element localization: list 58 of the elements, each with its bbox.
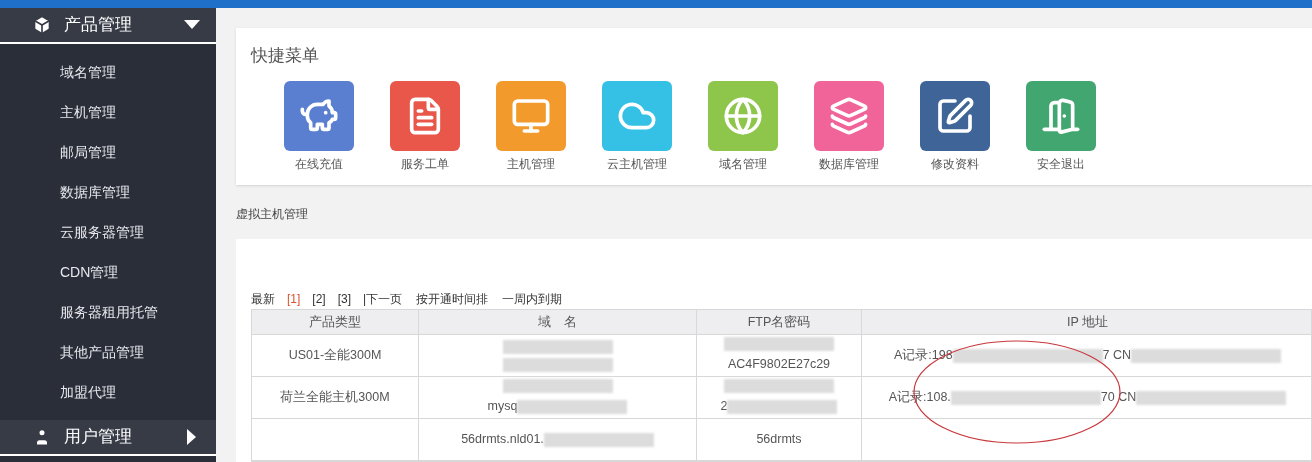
sidebar-section-header[interactable]: 产品管理	[0, 8, 216, 44]
page-link[interactable]: [3]	[337, 290, 352, 308]
sidebar-section-title: 产品管理	[64, 14, 133, 37]
sidebar-section-header[interactable]: 用户管理	[0, 420, 216, 456]
sidebar-item[interactable]: 云服务器管理	[0, 212, 216, 252]
cell-text: AC4F9802E27c29	[727, 356, 831, 374]
quick-menu-item[interactable]: 服务工单	[390, 80, 460, 173]
column-header: FTP名密码	[697, 310, 862, 334]
quick-menu-label: 修改资料	[931, 155, 979, 173]
sidebar-item[interactable]: 服务器租用托管	[0, 292, 216, 332]
section-title: 虚拟主机管理	[236, 206, 308, 223]
sidebar-item[interactable]: 域名管理	[0, 52, 216, 92]
quick-menu-item[interactable]: 在线充值	[284, 80, 354, 173]
quick-menu-item[interactable]: 安全退出	[1026, 80, 1096, 173]
cell-text: 56drmts.nld01.	[461, 431, 544, 449]
quick-menu-label: 主机管理	[507, 155, 555, 173]
sidebar-item[interactable]: CDN管理	[0, 252, 216, 292]
door-icon	[1041, 95, 1081, 136]
cell-text: 荷兰全能主机300M	[280, 389, 390, 407]
cell-text: US01-全能300M	[288, 347, 382, 365]
pager-link[interactable]: |下一页	[363, 290, 403, 308]
quick-menu-item[interactable]: 云主机管理	[602, 80, 672, 173]
layers-icon	[829, 95, 869, 136]
cell-text: mysq	[487, 398, 518, 416]
column-header: 产品类型	[252, 310, 419, 334]
cell-text: 56drmts	[756, 431, 802, 449]
quick-menu-item[interactable]: 修改资料	[920, 80, 990, 173]
quick-menu-label: 数据库管理	[819, 155, 879, 173]
quick-menu-item[interactable]: 数据库管理	[814, 80, 884, 173]
sidebar-item[interactable]: 数据库管理	[0, 172, 216, 212]
page-link[interactable]: [1]	[287, 290, 301, 308]
quick-menu-label: 安全退出	[1037, 155, 1085, 173]
quick-menu-label: 域名管理	[719, 155, 767, 173]
box-icon	[32, 15, 52, 35]
quick-menu-item[interactable]: 域名管理	[708, 80, 778, 173]
sidebar-item[interactable]: 加盟代理	[0, 372, 216, 412]
cell-text: 7 CN	[1102, 347, 1132, 365]
column-header: 域 名	[419, 310, 697, 334]
cell-text: 2	[720, 398, 728, 416]
caret-icon	[187, 429, 197, 445]
globe-icon	[723, 95, 763, 136]
caret-icon	[184, 20, 200, 30]
quick-menu-label: 云主机管理	[607, 155, 667, 173]
edit-icon	[935, 95, 975, 136]
column-header: IP 地址	[1065, 313, 1110, 331]
sidebar-item[interactable]: 邮局管理	[0, 132, 216, 172]
quick-menu-label: 服务工单	[401, 155, 449, 173]
sidebar-section-title: 用户管理	[64, 426, 133, 449]
page-link[interactable]: [2]	[312, 290, 326, 308]
sidebar-item[interactable]: 主机管理	[0, 92, 216, 132]
pager-link[interactable]: 一周内到期	[502, 290, 563, 308]
quick-menu-title: 快捷菜单	[251, 45, 320, 67]
sidebar-item[interactable]: 其他产品管理	[0, 332, 216, 372]
pager-link[interactable]: 按开通时间排	[416, 290, 489, 308]
quick-menu-item[interactable]: 主机管理	[496, 80, 566, 173]
pager-label: 最新	[251, 291, 275, 308]
quick-menu-label: 在线充值	[295, 155, 343, 173]
cell-text: 70 CN	[1100, 389, 1137, 407]
